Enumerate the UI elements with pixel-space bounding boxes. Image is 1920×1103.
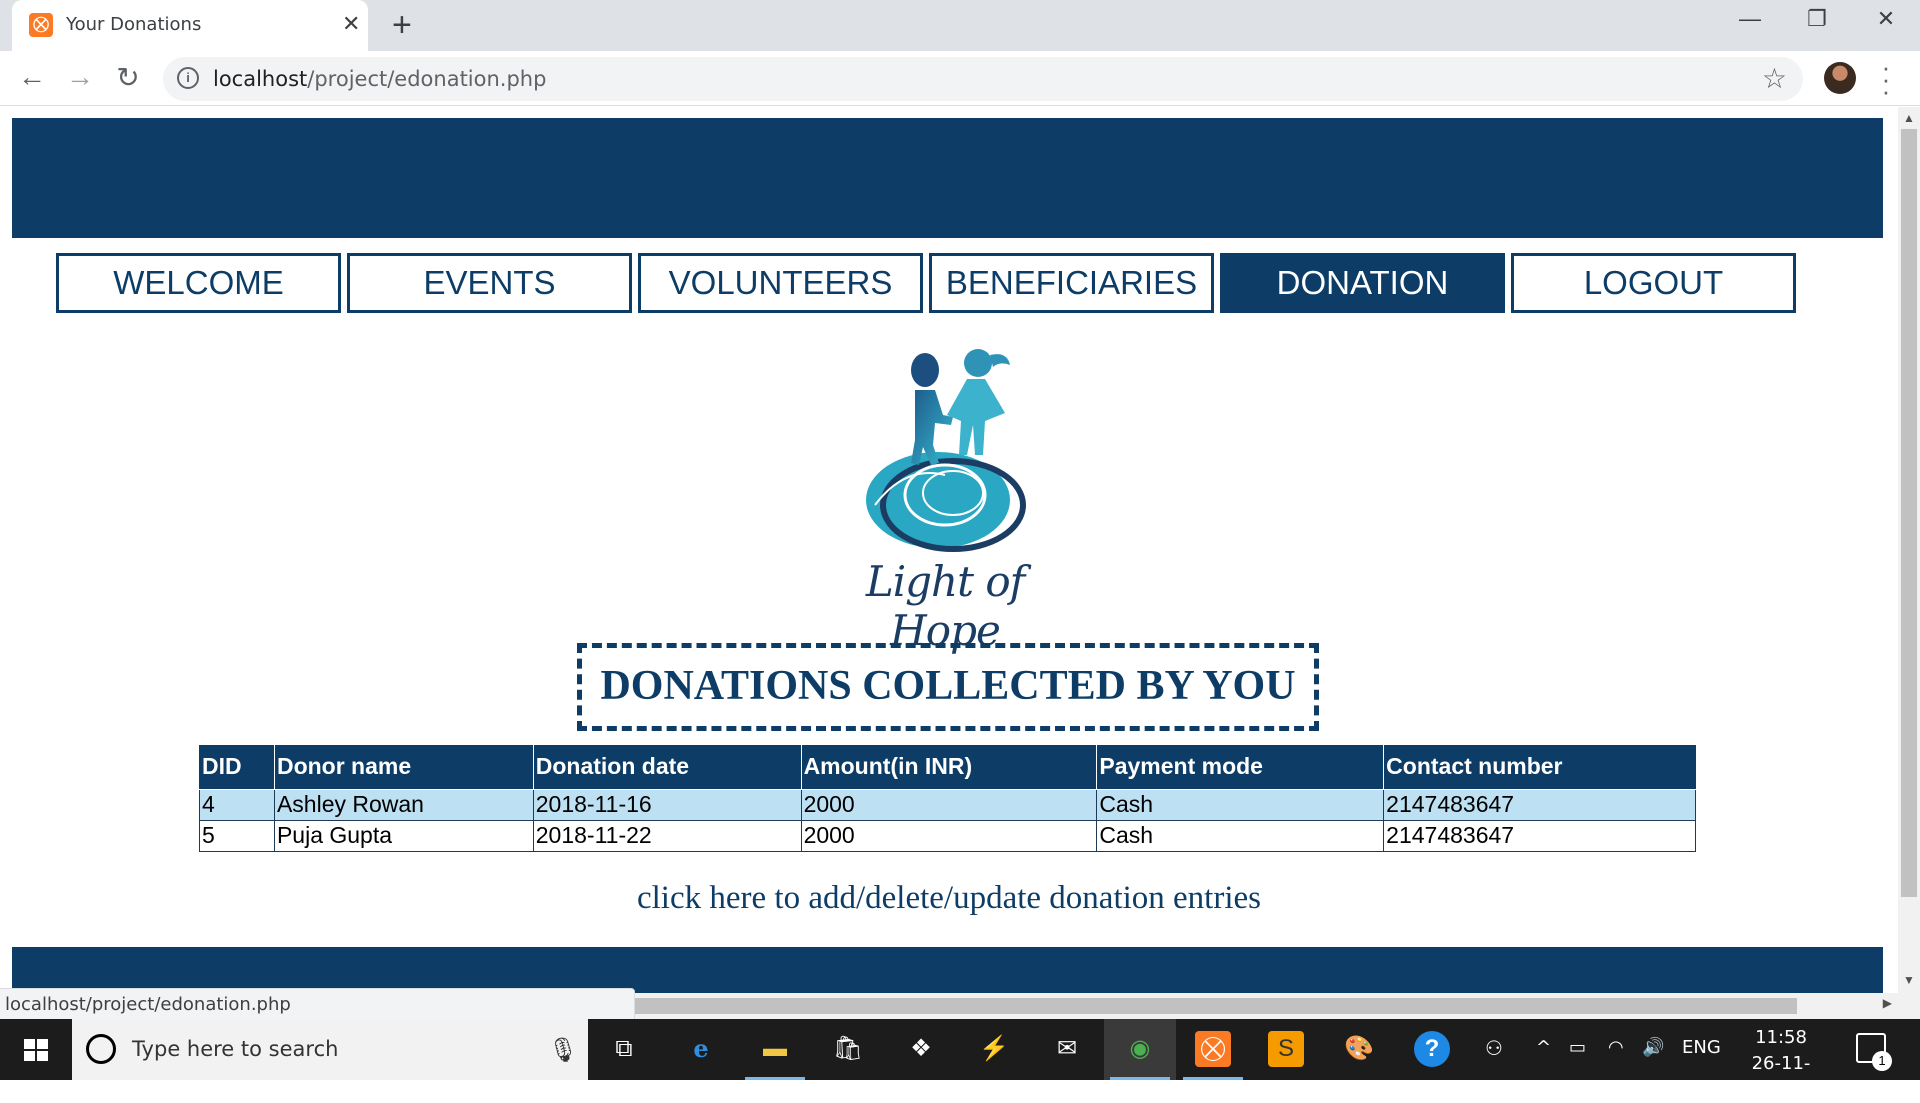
- cell-payment-mode: Cash: [1096, 788, 1385, 821]
- reload-icon[interactable]: ↻: [110, 61, 146, 94]
- store-icon[interactable]: 🛍: [830, 1031, 866, 1067]
- cell-amount: 2000: [800, 788, 1098, 821]
- cell-donor-name: Puja Gupta: [273, 819, 534, 852]
- cell-did: 4: [199, 788, 275, 821]
- microphone-icon[interactable]: 🎙: [548, 1036, 578, 1065]
- section-title-box: DONATIONS COLLECTED BY YOU: [577, 643, 1319, 731]
- battery-icon[interactable]: ▭: [1569, 1037, 1586, 1058]
- col-header-donor-name: Donor name: [273, 745, 534, 790]
- new-tab-button[interactable]: +: [392, 6, 412, 45]
- cell-contact: 2147483647: [1383, 819, 1696, 852]
- tab-title: Your Donations: [66, 14, 202, 35]
- task-view-icon[interactable]: ⧉: [606, 1031, 642, 1067]
- nav-volunteers[interactable]: VOLUNTEERS: [638, 253, 923, 313]
- section-title: DONATIONS COLLECTED BY YOU: [600, 663, 1296, 709]
- taskbar-search[interactable]: Type here to search 🎙: [72, 1019, 588, 1080]
- paint-icon[interactable]: 🎨: [1341, 1031, 1377, 1067]
- nav-logout[interactable]: LOGOUT: [1511, 253, 1796, 313]
- scroll-right-icon[interactable]: ▶: [1883, 996, 1892, 1010]
- col-header-amount: Amount(in INR): [800, 745, 1098, 790]
- web-page: WELCOME EVENTS VOLUNTEERS BENEFICIARIES …: [0, 107, 1898, 1019]
- taskbar-search-placeholder: Type here to search: [132, 1037, 339, 1061]
- windows-taskbar: Type here to search 🎙 ⧉ e ▬ 🛍 ❖ ⚡ ✉ ◉ ⛒ …: [0, 1019, 1920, 1100]
- horizontal-scroll-thumb[interactable]: [635, 998, 1797, 1014]
- visual-studio-code-icon[interactable]: ⚡: [976, 1031, 1012, 1067]
- cell-donation-date: 2018-11-16: [532, 788, 802, 821]
- chrome-icon[interactable]: ◉: [1122, 1031, 1158, 1067]
- xampp-favicon-icon: ⛒: [29, 13, 53, 37]
- maximize-button[interactable]: ❐: [1797, 6, 1837, 32]
- col-header-contact: Contact number: [1383, 745, 1696, 790]
- children-on-globe-icon: [866, 349, 1026, 552]
- volume-icon[interactable]: 🔊: [1642, 1037, 1664, 1058]
- browser-toolbar: ← → ↻ i localhost/project/edonation.php …: [0, 51, 1920, 106]
- clock-time: 11:58: [1755, 1027, 1807, 1048]
- dropbox-icon[interactable]: ❖: [903, 1031, 939, 1067]
- url-host: localhost: [213, 67, 308, 91]
- nav-donation[interactable]: DONATION: [1220, 253, 1505, 313]
- address-bar[interactable]: i localhost/project/edonation.php ☆: [163, 57, 1803, 101]
- close-window-button[interactable]: ✕: [1866, 6, 1906, 32]
- scroll-up-icon[interactable]: ▲: [1898, 111, 1920, 125]
- donations-table: DID Donor name Donation date Amount(in I…: [199, 745, 1696, 852]
- notification-count-badge: 1: [1872, 1051, 1892, 1071]
- cell-amount: 2000: [800, 819, 1098, 852]
- table-header-row: DID Donor name Donation date Amount(in I…: [199, 745, 1696, 790]
- horizontal-scrollbar[interactable]: ▶: [635, 993, 1898, 1019]
- profile-avatar[interactable]: [1824, 62, 1856, 94]
- file-explorer-icon[interactable]: ▬: [757, 1031, 793, 1067]
- url-path: /project/edonation.php: [307, 67, 547, 91]
- cell-payment-mode: Cash: [1096, 819, 1385, 852]
- col-header-payment-mode: Payment mode: [1096, 745, 1385, 790]
- bookmark-star-icon[interactable]: ☆: [1762, 62, 1787, 95]
- cell-donor-name: Ashley Rowan: [273, 788, 534, 821]
- wifi-icon[interactable]: ◠: [1608, 1037, 1624, 1058]
- help-icon[interactable]: ?: [1414, 1031, 1450, 1067]
- tab-strip: ⛒ Your Donations ✕ + — ❐ ✕: [0, 0, 1920, 51]
- cell-did: 5: [199, 819, 275, 852]
- vertical-scrollbar[interactable]: ▲ ▼: [1898, 107, 1920, 1019]
- cell-contact: 2147483647: [1383, 788, 1696, 821]
- table-row: 5 Puja Gupta 2018-11-22 2000 Cash 214748…: [199, 819, 1696, 852]
- back-arrow-icon[interactable]: ←: [14, 61, 50, 93]
- logo-wordmark: Light of Hope: [865, 557, 1025, 655]
- browser-tab[interactable]: ⛒ Your Donations ✕: [12, 0, 368, 51]
- status-bar-url: localhost/project/edonation.php: [0, 988, 635, 1019]
- info-icon[interactable]: i: [177, 67, 199, 89]
- show-hidden-icons-icon[interactable]: ^: [1536, 1037, 1551, 1058]
- edge-icon[interactable]: e: [683, 1031, 719, 1067]
- table-row: 4 Ashley Rowan 2018-11-16 2000 Cash 2147…: [199, 788, 1696, 821]
- nav-beneficiaries[interactable]: BENEFICIARIES: [929, 253, 1214, 313]
- manage-donations-link[interactable]: click here to add/delete/update donation…: [637, 880, 1261, 916]
- nav-events[interactable]: EVENTS: [347, 253, 632, 313]
- close-tab-icon[interactable]: ✕: [342, 11, 360, 37]
- start-button[interactable]: [0, 1019, 72, 1080]
- vertical-scroll-thumb[interactable]: [1901, 129, 1917, 897]
- windows-logo-icon: [24, 1039, 48, 1061]
- language-indicator[interactable]: ENG: [1682, 1037, 1721, 1058]
- taskbar-clock[interactable]: 11:58 26-11-2018: [1730, 1025, 1832, 1103]
- mail-icon[interactable]: ✉: [1049, 1031, 1085, 1067]
- cortana-icon: [86, 1034, 116, 1064]
- page-header-band: [12, 118, 1883, 238]
- clock-date: 26-11-2018: [1751, 1053, 1811, 1100]
- col-header-donation-date: Donation date: [532, 745, 802, 790]
- link-row: click here to add/delete/update donation…: [0, 880, 1898, 917]
- col-header-did: DID: [199, 745, 275, 790]
- xampp-icon[interactable]: ⛒: [1195, 1031, 1231, 1067]
- scroll-down-icon[interactable]: ▼: [1898, 973, 1920, 987]
- forward-arrow-icon[interactable]: →: [62, 61, 98, 93]
- minimize-button[interactable]: —: [1730, 6, 1770, 32]
- url-text[interactable]: localhost/project/edonation.php: [213, 67, 546, 91]
- people-icon[interactable]: ⚇: [1476, 1031, 1512, 1067]
- cell-donation-date: 2018-11-22: [532, 819, 802, 852]
- menu-dots-icon[interactable]: · · ·: [1876, 54, 1896, 104]
- main-nav: WELCOME EVENTS VOLUNTEERS BENEFICIARIES …: [56, 253, 1798, 313]
- light-of-hope-logo: Light of Hope: [835, 345, 1055, 655]
- nav-welcome[interactable]: WELCOME: [56, 253, 341, 313]
- sublime-text-icon[interactable]: S: [1268, 1031, 1304, 1067]
